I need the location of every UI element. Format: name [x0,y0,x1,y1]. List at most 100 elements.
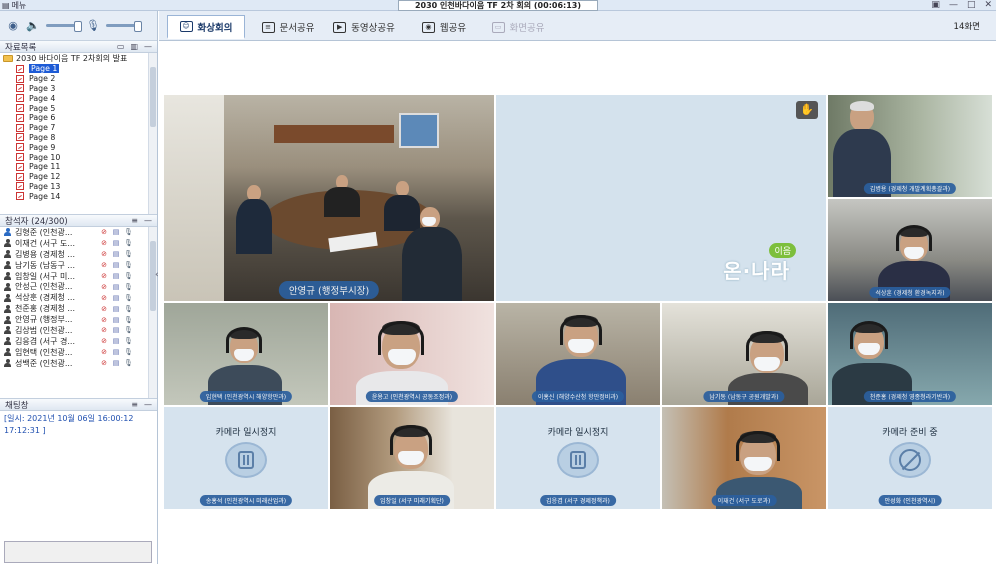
tab-document-share[interactable]: ≡ 문서공유 [249,15,327,39]
document-status-icon[interactable]: ▤ [112,348,120,356]
document-status-icon[interactable]: ▤ [112,228,120,236]
attendee-row[interactable]: 성백준 (인천광... ⊘ ▤ 🎙 [0,358,157,369]
mic-status-icon[interactable]: 🎙 [124,337,133,345]
chat-input[interactable] [4,541,152,563]
mic-status-icon[interactable]: 🎙 [124,272,133,280]
document-status-icon[interactable]: ▤ [112,359,120,367]
mic-status-icon[interactable]: 🎙 [124,283,133,291]
video-tile[interactable]: 이재건 (서구 도로과) [662,407,826,509]
tab-video-conference[interactable]: ☺ 화상회의 [167,15,245,39]
video-tile[interactable]: 임창일 (서구 미래기획단) [330,407,494,509]
document-status-icon[interactable]: ▤ [112,326,120,334]
document-status-icon[interactable]: ▤ [112,250,120,258]
video-tile[interactable]: 남기동 (남동구 공원개발과) [662,303,826,405]
doc-page-item[interactable]: Page 14 [0,191,157,201]
document-status-icon[interactable]: ▤ [112,316,120,324]
speaker-volume-slider[interactable] [46,21,82,32]
main-video[interactable]: 안영규 (행정부시장) [164,95,494,301]
camera-status-icon[interactable]: ⊘ [100,239,108,247]
camera-status-icon[interactable]: ⊘ [100,294,108,302]
doc-page-item[interactable]: Page 7 [0,123,157,133]
doc-page-item[interactable]: Page 11 [0,162,157,172]
doc-page-item[interactable]: Page 5 [0,103,157,113]
camera-status-icon[interactable]: ⊘ [100,283,108,291]
document-status-icon[interactable]: ▤ [112,305,120,313]
camera-status-icon[interactable]: ⊘ [100,359,108,367]
camera-status-icon[interactable]: ⊘ [100,337,108,345]
attendee-row[interactable]: 김상범 (인천광... ⊘ ▤ 🎙 [0,325,157,336]
collapse-icon[interactable]: — [144,400,152,409]
mic-volume-slider[interactable] [106,21,142,32]
speaker-icon[interactable]: 🔈 [26,19,40,33]
camera-status-icon[interactable]: ⊘ [100,250,108,258]
doc-page-item[interactable]: Page 1 [0,64,157,74]
attendee-row[interactable]: 임현택 (인천광... ⊘ ▤ 🎙 [0,347,157,358]
camera-status-icon[interactable]: ⊘ [100,228,108,236]
list-menu-icon[interactable]: ≡ [131,400,138,409]
tab-video-share[interactable]: ▶ 동영상공유 [319,15,409,39]
mic-status-icon[interactable]: 🎙 [124,326,133,334]
video-tile[interactable]: 김병용 (경제청 개발계획총괄과) [828,95,992,197]
attendee-row[interactable]: 이재건 (서구 도... ⊘ ▤ 🎙 [0,238,157,249]
attendee-row[interactable]: 임창일 (서구 미... ⊘ ▤ 🎙 [0,271,157,282]
video-tile[interactable]: 임현택 (인천광역시 해양항만과) [164,303,328,405]
doc-page-item[interactable]: Page 4 [0,93,157,103]
mic-status-icon[interactable]: 🎙 [124,239,133,247]
close-icon[interactable]: ✕ [984,0,992,11]
document-status-icon[interactable]: ▤ [112,239,120,247]
maximize-icon[interactable]: □ [967,0,976,11]
doc-page-item[interactable]: Page 6 [0,113,157,123]
tab-web-share[interactable]: ◉ 웹공유 [405,15,483,39]
list-menu-icon[interactable]: ≡ [131,216,138,225]
restore-icon[interactable]: ▣ [931,0,940,11]
collapse-icon[interactable]: — [144,216,152,225]
doc-page-item[interactable]: Page 3 [0,84,157,94]
doc-root[interactable]: 2030 바다이음 TF 2차회의 발표 [0,53,157,64]
document-status-icon[interactable]: ▤ [112,272,120,280]
delete-icon[interactable]: ▥ [130,42,138,51]
raise-hand-icon[interactable]: ✋ [796,101,818,119]
attendee-row[interactable]: 김형준 (인천광... ⊘ ▤ 🎙 [0,227,157,238]
mic-status-icon[interactable]: 🎙 [124,250,133,258]
attendee-scrollbar[interactable] [148,227,157,398]
mic-status-icon[interactable]: 🎙 [124,348,133,356]
folder-icon[interactable]: ▭ [117,42,125,51]
collapse-icon[interactable]: — [144,42,152,51]
attendee-row[interactable]: 남기동 (남동구 ... ⊘ ▤ 🎙 [0,260,157,271]
document-status-icon[interactable]: ▤ [112,337,120,345]
camera-status-icon[interactable]: ⊘ [100,261,108,269]
camera-status-icon[interactable]: ⊘ [100,316,108,324]
screen-count[interactable]: 14화면 [954,20,980,32]
camera-status-icon[interactable]: ⊘ [100,272,108,280]
video-tile[interactable]: 카메라 일시정지 송홍석 (인천광역시 미래산업과) [164,407,328,509]
mic-status-icon[interactable]: 🎙 [124,228,133,236]
camera-status-icon[interactable]: ⊘ [100,305,108,313]
video-tile[interactable]: 이홍신 (해양수산청 항만정비과) [496,303,660,405]
document-status-icon[interactable]: ▤ [112,294,120,302]
attendee-row[interactable]: 김응겸 (서구 경... ⊘ ▤ 🎙 [0,336,157,347]
doc-page-item[interactable]: Page 8 [0,133,157,143]
attendee-row[interactable]: 석상훈 (경제청 ... ⊘ ▤ 🎙 [0,292,157,303]
video-tile[interactable]: 윤용고 (인천광역시 공동조정과) [330,303,494,405]
attendee-row[interactable]: 김병용 (경제청 ... ⊘ ▤ 🎙 [0,249,157,260]
camera-status-icon[interactable]: ⊘ [100,326,108,334]
camera-status-icon[interactable]: ⊘ [100,348,108,356]
document-status-icon[interactable]: ▤ [112,283,120,291]
doc-page-item[interactable]: Page 10 [0,152,157,162]
video-tile[interactable]: 천준홍 (경제청 영종청라기반과) [828,303,992,405]
attendee-row[interactable]: 안영규 (행정부... ⊘ ▤ 🎙 [0,314,157,325]
camera-settings-icon[interactable]: ◉ [6,19,20,33]
video-tile[interactable]: 카메라 준비 중 안성화 (인천광역시) [828,407,992,509]
microphone-icon[interactable]: 🎙 [86,19,100,33]
doc-page-item[interactable]: Page 12 [0,172,157,182]
doc-page-item[interactable]: Page 9 [0,142,157,152]
document-status-icon[interactable]: ▤ [112,261,120,269]
mic-status-icon[interactable]: 🎙 [124,316,133,324]
video-tile[interactable]: 카메라 일시정지 김응겸 (서구 경제정책과) [496,407,660,509]
mic-status-icon[interactable]: 🎙 [124,294,133,302]
doc-scrollbar[interactable] [148,53,157,214]
minimize-icon[interactable]: — [949,0,958,11]
video-tile[interactable]: 석상훈 (경제청 환경녹지과) [828,199,992,301]
mic-status-icon[interactable]: 🎙 [124,359,133,367]
attendee-row[interactable]: 천준홍 (경제청 ... ⊘ ▤ 🎙 [0,303,157,314]
